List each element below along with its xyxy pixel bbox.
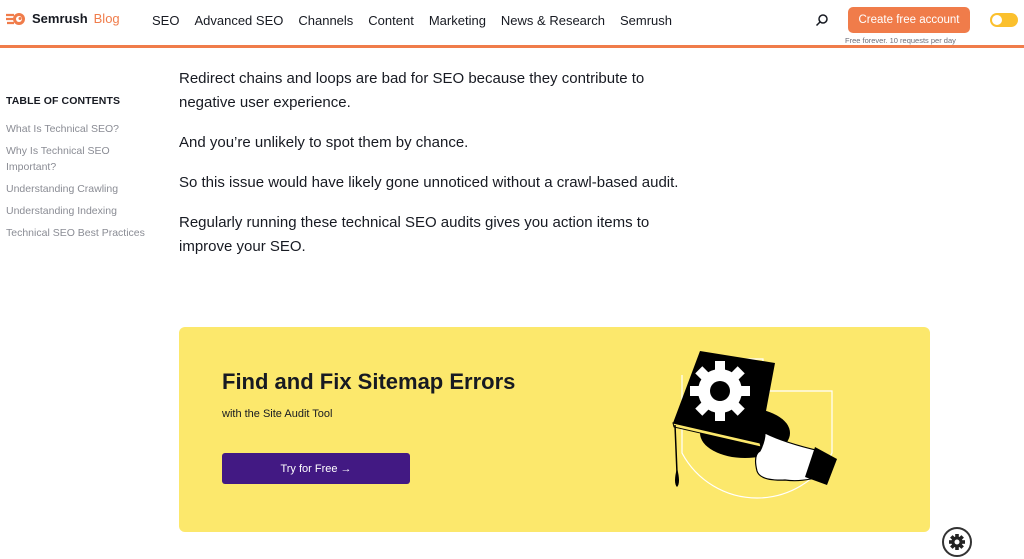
site-header: Semrush Blog SEO Advanced SEO Channels C…: [0, 0, 1024, 48]
nav-content[interactable]: Content: [368, 13, 414, 28]
toc-item[interactable]: Technical SEO Best Practices: [6, 225, 146, 241]
search-icon[interactable]: [815, 13, 829, 27]
try-for-free-button[interactable]: Try for Free →: [222, 453, 410, 484]
toc-item[interactable]: Understanding Crawling: [6, 181, 146, 197]
cta-subtext: Free forever. 10 requests per day: [845, 36, 956, 45]
article-paragraph: Regularly running these technical SEO au…: [179, 214, 650, 255]
nav-channels[interactable]: Channels: [298, 13, 353, 28]
nav-news-research[interactable]: News & Research: [501, 13, 605, 28]
semrush-blog-logo[interactable]: Semrush Blog: [6, 11, 120, 26]
table-of-contents: TABLE OF CONTENTS What Is Technical SEO?…: [6, 95, 146, 247]
toc-item[interactable]: Why Is Technical SEO Important?: [6, 143, 146, 175]
promo-subtitle: with the Site Audit Tool: [222, 408, 333, 420]
site-audit-promo-banner: Find and Fix Sitemap Errors with the Sit…: [179, 327, 930, 532]
promo-title: Find and Fix Sitemap Errors: [222, 369, 516, 394]
logo-brand: Semrush: [32, 11, 88, 26]
theme-toggle[interactable]: [990, 13, 1018, 27]
nav-seo[interactable]: SEO: [152, 13, 179, 28]
main-nav: SEO Advanced SEO Channels Content Market…: [152, 13, 687, 28]
toc-item[interactable]: Understanding Indexing: [6, 203, 146, 219]
article-paragraph: Redirect chains and loops are bad for SE…: [179, 70, 645, 111]
semrush-logo-icon: [6, 12, 25, 25]
toc-title: TABLE OF CONTENTS: [6, 95, 121, 107]
toggle-knob: [992, 15, 1002, 25]
toc-item[interactable]: What Is Technical SEO?: [6, 121, 146, 137]
gear-icon: [949, 534, 965, 550]
article-body: Redirect chains and loops are bad for SE…: [179, 67, 679, 275]
article-paragraph: And you’re unlikely to spot them by chan…: [179, 134, 469, 151]
article-paragraph: So this issue would have likely gone unn…: [179, 174, 679, 191]
settings-gear-button[interactable]: [942, 527, 972, 557]
nav-marketing[interactable]: Marketing: [429, 13, 486, 28]
logo-blog: Blog: [93, 11, 120, 26]
nav-semrush[interactable]: Semrush: [620, 13, 672, 28]
create-free-account-button[interactable]: Create free account: [848, 7, 970, 33]
nav-advanced-seo[interactable]: Advanced SEO: [194, 13, 283, 28]
graduation-cap-gear-illustration: [672, 351, 837, 499]
